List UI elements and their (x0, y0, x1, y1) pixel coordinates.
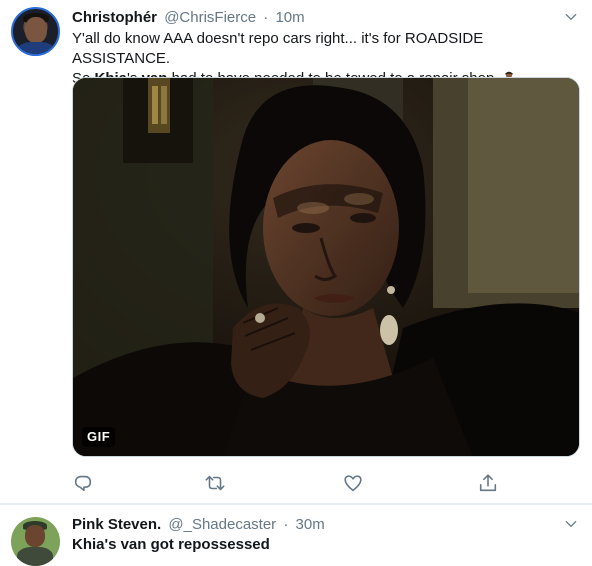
separator: · (263, 9, 269, 26)
reply-icon[interactable] (72, 472, 94, 494)
gif-media[interactable]: GIF (72, 77, 580, 457)
gif-frame (73, 78, 579, 456)
tweet[interactable]: Pink Steven. @_Shadecaster · 30m Khia's … (0, 504, 592, 566)
tweet-text-line1: Y'all do know AAA doesn't repo cars righ… (72, 30, 484, 67)
gif-badge: GIF (82, 427, 116, 447)
share-icon[interactable] (477, 472, 499, 494)
chevron-down-icon[interactable] (564, 517, 578, 531)
handle[interactable]: @ChrisFierce (164, 9, 256, 26)
avatar-face (25, 17, 47, 43)
like-icon[interactable] (342, 472, 364, 494)
timestamp[interactable]: 30m (296, 516, 325, 533)
tweet-actions (72, 472, 512, 494)
chevron-down-icon[interactable] (564, 10, 578, 24)
display-name[interactable]: Pink Steven. (72, 516, 161, 533)
avatar[interactable] (11, 7, 60, 56)
avatar-body (17, 547, 53, 566)
separator: · (283, 516, 289, 533)
handle[interactable]: @_Shadecaster (168, 516, 276, 533)
display-name[interactable]: Christophér (72, 9, 157, 26)
tweet-text: Khia's van got repossessed (72, 536, 270, 553)
timestamp[interactable]: 10m (275, 9, 304, 26)
avatar-face (25, 525, 45, 547)
avatar-shirt (17, 42, 55, 54)
tweet-header: Pink Steven. @_Shadecaster · 30m (72, 515, 325, 535)
tweet[interactable]: Christophér @ChrisFierce · 10m Y'all do … (0, 0, 592, 504)
retweet-icon[interactable] (204, 472, 226, 494)
tweet-header: Christophér @ChrisFierce · 10m (72, 8, 305, 28)
